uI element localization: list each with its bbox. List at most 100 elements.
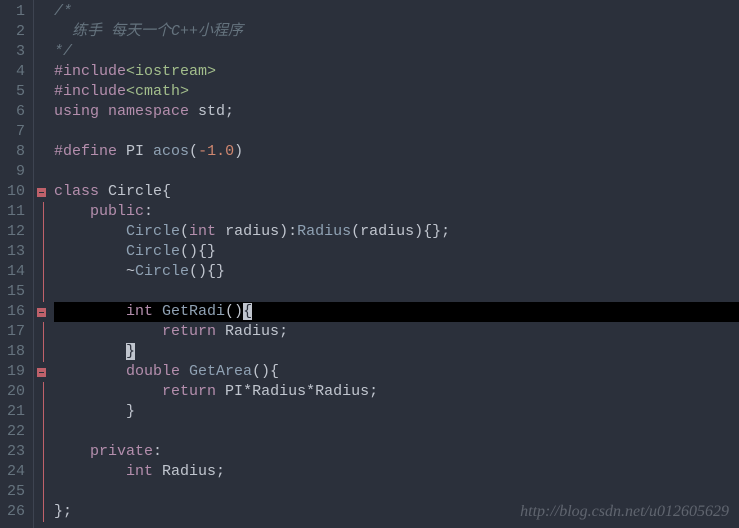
- fold-line-icon: [43, 502, 44, 522]
- code-area[interactable]: /* 练手 每天一个C++小程序 */#include<iostream>#inc…: [48, 0, 739, 528]
- line-number: 2: [4, 22, 25, 42]
- token-keyword: using: [54, 103, 108, 120]
- code-line[interactable]: return PI*Radius*Radius;: [54, 382, 739, 402]
- token-punct: (: [180, 223, 189, 240]
- line-number: 7: [4, 122, 25, 142]
- token-preproc: #define: [54, 143, 126, 160]
- fold-marker: [34, 142, 48, 162]
- fold-marker: [34, 122, 48, 142]
- token-punct: (){: [252, 363, 279, 380]
- token-comment: /*: [54, 3, 72, 20]
- code-line[interactable]: #include<cmath>: [54, 82, 739, 102]
- token-ident: [54, 443, 90, 460]
- fold-line-icon: [43, 422, 44, 442]
- token-keyword: private: [90, 443, 153, 460]
- fold-line-icon: [43, 382, 44, 402]
- token-ident: [54, 383, 162, 400]
- code-editor[interactable]: 1 2 3 4 5 6 7 8 9 10 11 12 13 14 15 16 1…: [0, 0, 739, 528]
- token-punct: ): [234, 143, 243, 160]
- token-punct: (){}: [189, 263, 225, 280]
- token-brace-hl: {: [243, 303, 252, 320]
- fold-line-icon: [43, 442, 44, 462]
- code-line[interactable]: return Radius;: [54, 322, 739, 342]
- line-number: 3: [4, 42, 25, 62]
- fold-marker: [34, 262, 48, 282]
- code-line[interactable]: [54, 162, 739, 182]
- token-func: Circle: [126, 243, 180, 260]
- fold-marker: [34, 22, 48, 42]
- fold-minus-icon[interactable]: [37, 188, 46, 197]
- fold-line-icon: [43, 262, 44, 282]
- fold-marker: [34, 402, 48, 422]
- token-ident: [54, 243, 126, 260]
- fold-marker: [34, 102, 48, 122]
- token-ident: radius: [360, 223, 414, 240]
- code-line[interactable]: Circle(){}: [54, 242, 739, 262]
- fold-marker: [34, 82, 48, 102]
- token-func: Radius: [297, 223, 351, 240]
- token-ident: ~: [54, 263, 135, 280]
- code-line[interactable]: [54, 482, 739, 502]
- line-number: 5: [4, 82, 25, 102]
- fold-marker: [34, 222, 48, 242]
- code-line[interactable]: }: [54, 342, 739, 362]
- fold-marker: [34, 162, 48, 182]
- token-punct: ;: [279, 323, 288, 340]
- token-ident: PI: [225, 383, 243, 400]
- code-line[interactable]: #define PI acos(-1.0): [54, 142, 739, 162]
- line-number: 11: [4, 202, 25, 222]
- token-punct: ;: [216, 463, 225, 480]
- token-type: int: [126, 303, 162, 320]
- token-punct: {: [162, 183, 171, 200]
- token-punct: };: [54, 503, 72, 520]
- token-keyword: public: [90, 203, 144, 220]
- line-number: 1: [4, 2, 25, 22]
- token-punct: :: [153, 443, 162, 460]
- line-number: 23: [4, 442, 25, 462]
- code-line[interactable]: 练手 每天一个C++小程序: [54, 22, 739, 42]
- code-line[interactable]: [54, 122, 739, 142]
- line-number: 17: [4, 322, 25, 342]
- fold-marker: [34, 62, 48, 82]
- fold-minus-icon[interactable]: [37, 308, 46, 317]
- code-line[interactable]: int Radius;: [54, 462, 739, 482]
- token-type: int: [126, 463, 162, 480]
- token-comment: 练手 每天一个C++小程序: [54, 23, 243, 40]
- code-line[interactable]: }: [54, 402, 739, 422]
- code-line[interactable]: [54, 422, 739, 442]
- token-ident: [54, 203, 90, 220]
- fold-line-icon: [43, 282, 44, 302]
- fold-marker[interactable]: [34, 302, 48, 322]
- token-punct: *: [243, 383, 252, 400]
- code-line[interactable]: using namespace std;: [54, 102, 739, 122]
- fold-minus-icon[interactable]: [37, 368, 46, 377]
- fold-marker[interactable]: [34, 182, 48, 202]
- code-line[interactable]: Circle(int radius):Radius(radius){};: [54, 222, 739, 242]
- code-line[interactable]: private:: [54, 442, 739, 462]
- code-line[interactable]: */: [54, 42, 739, 62]
- fold-marker: [34, 342, 48, 362]
- token-ident: Circle: [108, 183, 162, 200]
- code-line[interactable]: /*: [54, 2, 739, 22]
- code-line[interactable]: int GetRadi(){: [54, 302, 739, 322]
- code-line[interactable]: #include<iostream>: [54, 62, 739, 82]
- fold-marker[interactable]: [34, 362, 48, 382]
- token-ident: Radius: [162, 463, 216, 480]
- token-include: <iostream>: [126, 63, 216, 80]
- token-ident: Radius: [252, 383, 306, 400]
- line-number: 15: [4, 282, 25, 302]
- code-line[interactable]: class Circle{: [54, 182, 739, 202]
- token-ident: [54, 323, 162, 340]
- token-ident: [54, 343, 126, 360]
- token-ident: std: [198, 103, 225, 120]
- code-line[interactable]: public:: [54, 202, 739, 222]
- code-line[interactable]: double GetArea(){: [54, 362, 739, 382]
- token-punct: ){};: [414, 223, 450, 240]
- token-brace-hl: }: [126, 343, 135, 360]
- token-keyword: class: [54, 183, 108, 200]
- code-line[interactable]: [54, 282, 739, 302]
- token-punct: :: [144, 203, 153, 220]
- fold-marker: [34, 2, 48, 22]
- token-func: GetArea: [189, 363, 252, 380]
- code-line[interactable]: ~Circle(){}: [54, 262, 739, 282]
